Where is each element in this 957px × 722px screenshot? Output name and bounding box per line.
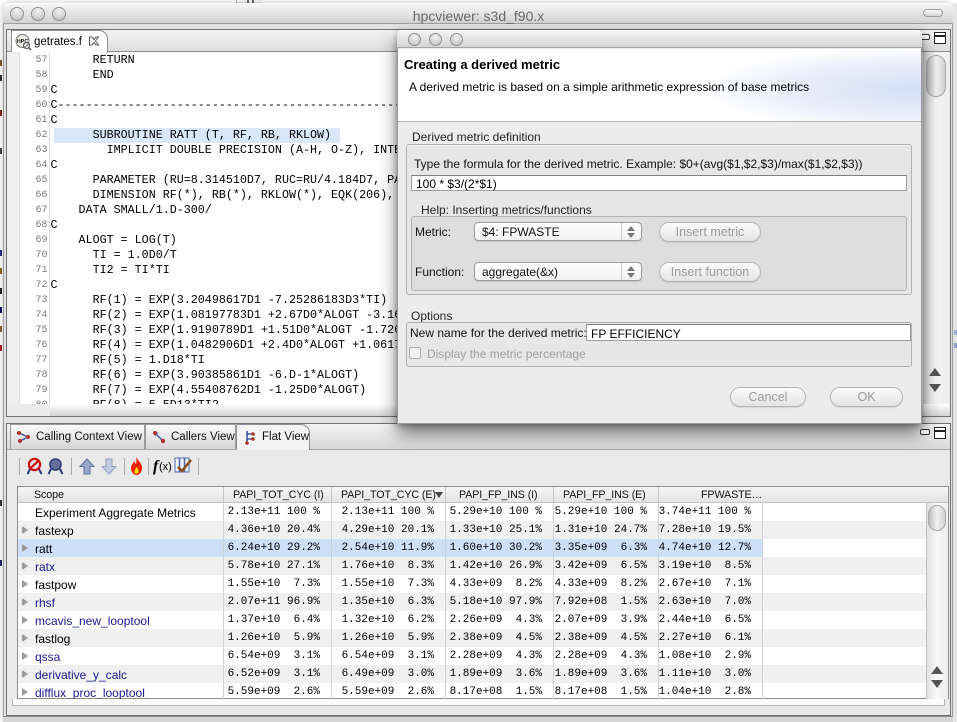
svg-text:(x): (x) — [159, 461, 172, 473]
